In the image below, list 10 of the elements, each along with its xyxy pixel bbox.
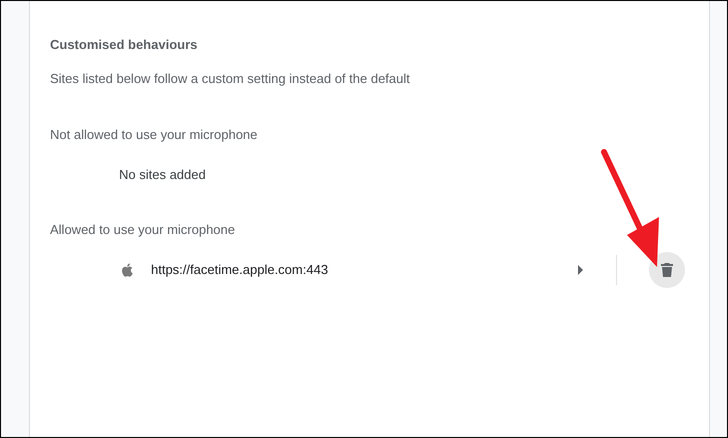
subsection-title: Not allowed to use your microphone xyxy=(49,126,258,144)
trash-icon xyxy=(661,263,673,277)
section-heading: Customised behaviours xyxy=(50,36,198,54)
site-url: https://facetime.apple.com:443 xyxy=(151,261,328,280)
apple-icon xyxy=(121,263,133,277)
caret-icon[interactable] xyxy=(578,265,584,275)
delete-button[interactable] xyxy=(649,252,685,288)
description-text: Sites listed below follow a custom setting instead of the default xyxy=(50,70,411,88)
subsection-title: Allowed to use your microphone xyxy=(49,220,236,239)
empty-list-text: No sites added xyxy=(119,166,206,184)
